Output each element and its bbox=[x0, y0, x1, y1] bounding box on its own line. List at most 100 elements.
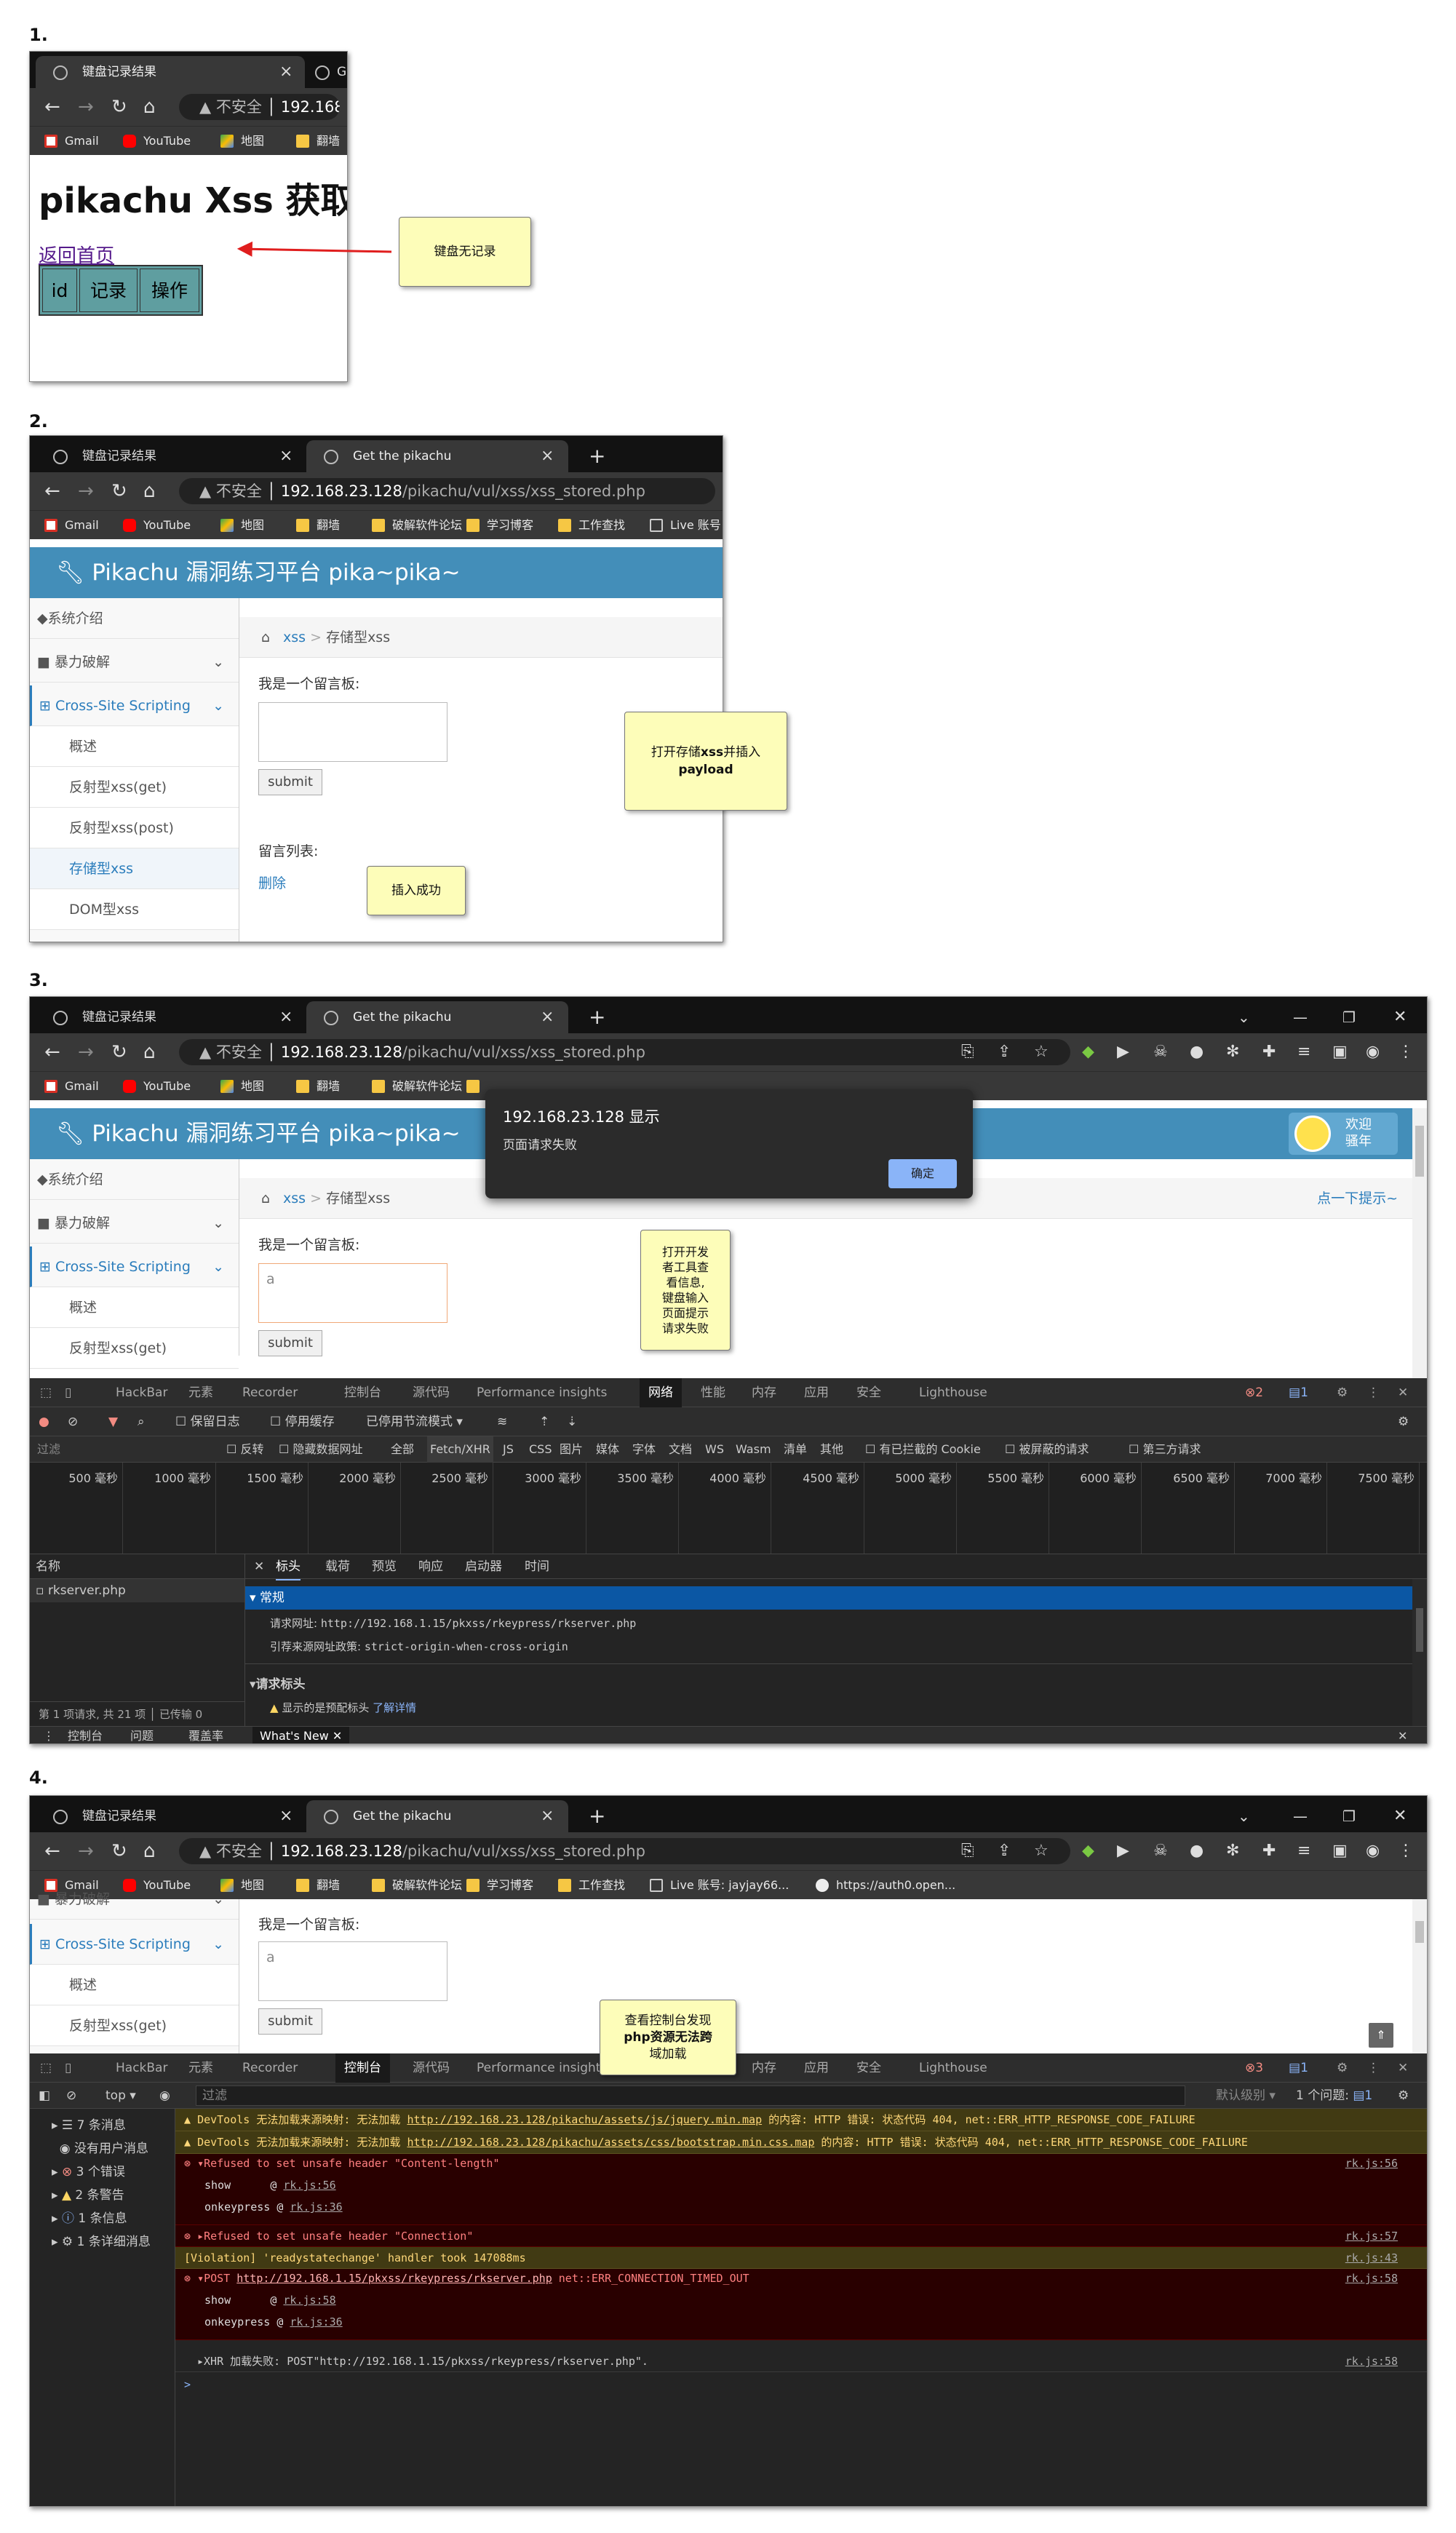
close-tab-icon[interactable]: × bbox=[279, 1001, 293, 1033]
tab-performance[interactable]: 性能 bbox=[701, 1378, 725, 1407]
bookmark-gmail[interactable]: Gmail bbox=[44, 1078, 99, 1095]
error-count-badge[interactable]: ⊗2 bbox=[1245, 1378, 1263, 1407]
bookmark-folder[interactable]: 翻墙 bbox=[296, 1877, 340, 1894]
more-icon[interactable]: ⋮ bbox=[1367, 1378, 1380, 1407]
request-headers-section[interactable]: ▾请求标头 bbox=[250, 1674, 306, 1692]
console-prompt[interactable]: > bbox=[175, 2374, 1427, 2395]
general-section-header[interactable]: ▾ 常规 bbox=[245, 1586, 1412, 1610]
drawer-tab-whats-new[interactable]: What's New ✕ bbox=[252, 1727, 350, 1743]
tab-preview[interactable]: 预览 bbox=[372, 1554, 397, 1579]
home-icon[interactable]: ⌂ bbox=[261, 1178, 270, 1219]
error-count-badge[interactable]: ⊗3 bbox=[1245, 2053, 1263, 2083]
filter-wasm[interactable]: Wasm bbox=[736, 1436, 771, 1463]
sidebar-item-stored[interactable]: 存储型xss bbox=[30, 848, 239, 889]
sidebar-item-overview[interactable]: 概述 bbox=[30, 1965, 239, 2005]
bookmark-youtube[interactable]: YouTube bbox=[123, 517, 191, 534]
name-column-header[interactable]: 名称 bbox=[30, 1554, 244, 1579]
home-icon[interactable]: ⌂ bbox=[261, 617, 270, 658]
device-toggle-icon[interactable]: ▯ bbox=[65, 2053, 71, 2083]
drawer-tab-console[interactable]: 控制台 bbox=[68, 1727, 103, 1743]
sidebar-item-brute[interactable]: ■ 暴力破解 ⌄ bbox=[30, 1879, 239, 1920]
scrollbar-thumb[interactable] bbox=[1415, 1921, 1424, 1943]
share-icon[interactable]: ⇪ bbox=[998, 1041, 1011, 1064]
detail-scrollbar[interactable] bbox=[1412, 1579, 1427, 1726]
close-devtools-icon[interactable]: ✕ bbox=[1398, 1378, 1408, 1407]
tab-keyboard-result[interactable]: 键盘记录结果 × bbox=[36, 440, 305, 472]
sidepanel-icon[interactable]: ▣ bbox=[1332, 1840, 1348, 1863]
breadcrumb-xss-link[interactable]: xss bbox=[283, 629, 306, 645]
bookmark-folder[interactable]: 翻墙 bbox=[296, 1078, 340, 1095]
console-link[interactable]: http://192.168.23.128/pikachu/assets/css… bbox=[407, 2136, 814, 2149]
tab-memory[interactable]: 内存 bbox=[752, 2053, 776, 2083]
url-input[interactable]: ▲ 不安全 │ 192.168.23.128/pikachu/vul/xss/x… bbox=[179, 1039, 1070, 1065]
filter-input[interactable]: 过滤 bbox=[37, 1436, 60, 1463]
bookmark-gmail[interactable]: Gmail bbox=[44, 517, 99, 534]
inspect-icon[interactable]: ⬚ bbox=[40, 2053, 52, 2083]
source-link[interactable]: rk.js:58 bbox=[1345, 2272, 1398, 2285]
tab-elements[interactable]: 元素 bbox=[188, 2053, 213, 2083]
sidepanel-icon[interactable]: ▣ bbox=[1332, 1041, 1348, 1064]
sidebar-item-xss[interactable]: ⊞ Cross-Site Scripting ⌄ bbox=[30, 1924, 239, 1965]
blocked-cookies-checkbox[interactable]: ☐ 有已拦截的 Cookie bbox=[865, 1436, 981, 1463]
search-icon[interactable]: ⌕ bbox=[138, 1407, 145, 1436]
forward-icon[interactable]: → bbox=[78, 1041, 94, 1064]
drawer-tab-coverage[interactable]: 覆盖率 bbox=[188, 1727, 223, 1743]
menu-icon[interactable]: ⋮ bbox=[1398, 1041, 1414, 1064]
close-detail-icon[interactable]: ✕ bbox=[254, 1554, 264, 1579]
source-link[interactable]: rk.js:43 bbox=[1345, 2247, 1398, 2268]
log-levels-select[interactable]: 默认级别 ▾ bbox=[1216, 2083, 1276, 2109]
wifi-icon[interactable]: ≋ bbox=[497, 1407, 507, 1436]
back-icon[interactable]: ← bbox=[44, 480, 60, 503]
new-tab-button[interactable]: + bbox=[574, 1001, 605, 1033]
bookmark-maps[interactable]: 地图 bbox=[220, 517, 264, 534]
bookmark-folder[interactable]: 破解软件论坛 bbox=[372, 1078, 462, 1095]
extension-icon[interactable]: ▶ bbox=[1117, 1840, 1129, 1863]
filter-manifest[interactable]: 清单 bbox=[784, 1436, 807, 1463]
star-icon[interactable]: ☆ bbox=[1034, 1041, 1049, 1064]
frame-link[interactable]: rk.js:36 bbox=[290, 2315, 342, 2329]
source-link[interactable]: rk.js:58 bbox=[1345, 2350, 1398, 2371]
profile-icon[interactable]: ◉ bbox=[1366, 1840, 1380, 1863]
puzzle-icon[interactable]: ✚ bbox=[1262, 1840, 1276, 1863]
message-textarea[interactable] bbox=[258, 702, 447, 762]
reload-icon[interactable]: ↻ bbox=[111, 480, 127, 503]
message-textarea[interactable]: a bbox=[258, 1263, 447, 1323]
sidebar-item-dom[interactable]: DOM型xss bbox=[30, 889, 239, 930]
filter-icon[interactable]: ▼ bbox=[108, 1407, 118, 1436]
sidebar-item-reflected-get[interactable]: 反射型xss(get) bbox=[30, 767, 239, 808]
download-icon[interactable]: ⇣ bbox=[567, 1407, 577, 1436]
tab-hackbar[interactable]: HackBar bbox=[116, 1378, 167, 1407]
learn-more-link[interactable]: 了解详情 bbox=[373, 1701, 416, 1714]
minimize-icon[interactable]: — bbox=[1293, 1800, 1308, 1832]
sidebar-item-brute[interactable]: ■ 暴力破解 ⌄ bbox=[30, 1203, 239, 1244]
translate-icon[interactable]: ⎘ bbox=[961, 1840, 974, 1863]
sidebar-item-overview[interactable]: 概述 bbox=[30, 1287, 239, 1328]
media-list-icon[interactable]: ≡ bbox=[1297, 1840, 1310, 1863]
inspect-icon[interactable]: ⬚ bbox=[40, 1378, 52, 1407]
back-icon[interactable]: ← bbox=[44, 1041, 60, 1064]
blocked-requests-checkbox[interactable]: ☐ 被屏蔽的请求 bbox=[1005, 1436, 1089, 1463]
extension-icon[interactable]: ☠ bbox=[1153, 1041, 1168, 1064]
bookmark-maps[interactable]: 地图 bbox=[220, 1078, 264, 1095]
clear-console-icon[interactable]: ⊘ bbox=[66, 2083, 76, 2109]
tab-application[interactable]: 应用 bbox=[804, 2053, 829, 2083]
home-icon[interactable]: ⌂ bbox=[143, 480, 156, 503]
extension-icon[interactable]: ▶ bbox=[1117, 1041, 1129, 1064]
settings-gear-icon[interactable]: ⚙ bbox=[1337, 1378, 1348, 1407]
reload-icon[interactable]: ↻ bbox=[111, 1041, 127, 1064]
new-tab-button[interactable]: + bbox=[574, 440, 605, 472]
bookmark-folder[interactable]: 翻墙 bbox=[296, 517, 340, 534]
tab-pikachu[interactable]: Get the pikachu × bbox=[306, 440, 568, 472]
sidebar-item-reflected-get[interactable]: 反射型xss(get) bbox=[30, 1328, 239, 1369]
delete-link[interactable]: 删除 bbox=[258, 872, 286, 892]
tab-performance-insights[interactable]: Performance insights bbox=[477, 1378, 607, 1407]
tab-timing[interactable]: 时间 bbox=[525, 1554, 549, 1579]
device-toggle-icon[interactable]: ▯ bbox=[65, 1378, 71, 1407]
frame-link[interactable]: rk.js:58 bbox=[283, 2294, 335, 2307]
close-window-icon[interactable]: ✕ bbox=[1393, 1800, 1407, 1832]
message-count-badge[interactable]: ▤1 bbox=[1289, 1378, 1308, 1407]
sidebar-item-brute[interactable]: ■ 暴力破解 ⌄ bbox=[30, 642, 239, 683]
forward-icon[interactable]: → bbox=[78, 480, 94, 503]
url-input[interactable]: ▲ 不安全 │ 192.168.23.128/pikachu/vul/xss/x… bbox=[179, 478, 715, 504]
home-icon[interactable]: ⌂ bbox=[143, 1840, 156, 1863]
